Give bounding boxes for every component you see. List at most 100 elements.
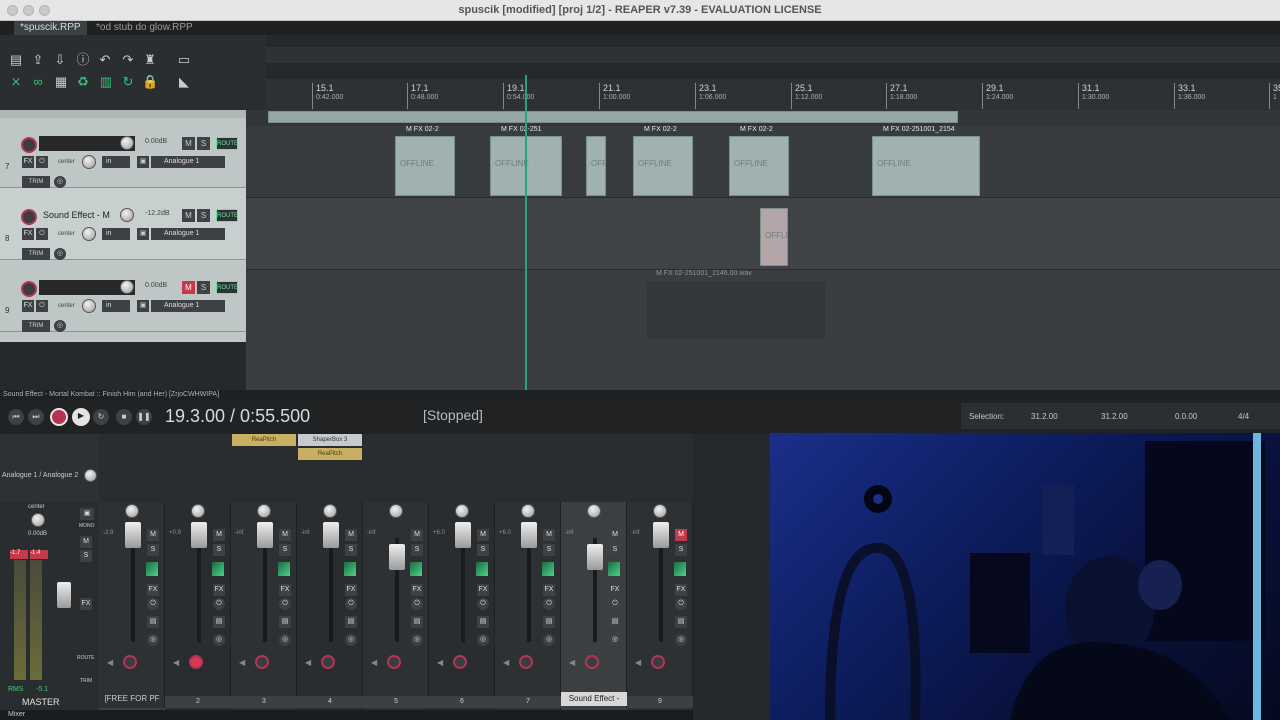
speaker-icon[interactable]: ◀ <box>239 658 249 668</box>
pan-knob[interactable] <box>455 504 469 518</box>
track-header[interactable]: 9 0.00dB M S ROUTE FX ⏻ center in ▣ Anal… <box>0 260 246 332</box>
solo-button[interactable]: S <box>675 544 687 556</box>
mute-button[interactable]: M <box>543 529 555 541</box>
item-grouping-icon[interactable]: ∞ <box>30 74 46 90</box>
pan-knob[interactable] <box>521 504 535 518</box>
routing-icon[interactable]: ▤ <box>213 616 225 628</box>
speaker-icon[interactable]: ◀ <box>371 658 381 668</box>
master-pan-knob[interactable] <box>31 513 45 527</box>
repeat-icon[interactable]: ↻ <box>93 409 109 425</box>
arrange-view[interactable]: M FX 02-2 OFFLINE M FX 02-251 OFFLINE OF… <box>246 110 1280 390</box>
record-arm-button[interactable] <box>189 655 203 669</box>
fx-bypass-icon[interactable]: ⏻ <box>279 598 291 610</box>
solo-button[interactable]: S <box>609 544 621 556</box>
input-knob[interactable] <box>84 469 97 482</box>
envelope-icon[interactable]: ◎ <box>345 634 357 646</box>
route-button[interactable]: ROUTE <box>216 209 238 222</box>
record-arm-button[interactable] <box>321 655 335 669</box>
route-button[interactable]: ROUTE <box>216 281 238 294</box>
fx-bypass-icon[interactable]: ⏻ <box>609 598 621 610</box>
track-header[interactable]: 8 Sound Effect - M -12.2dB M S ROUTE FX … <box>0 188 246 260</box>
pan-knob[interactable] <box>587 504 601 518</box>
mute-button[interactable]: M <box>279 529 291 541</box>
phase-invert-icon[interactable] <box>608 562 620 576</box>
routing-icon[interactable]: ▤ <box>543 616 555 628</box>
mute-button[interactable]: M <box>345 529 357 541</box>
fx-button[interactable]: FX <box>22 300 34 312</box>
fx-bypass-icon[interactable]: ⏻ <box>213 598 225 610</box>
master-mono-button[interactable]: ▣ <box>80 508 94 520</box>
speaker-icon[interactable]: ◀ <box>569 658 579 668</box>
record-arm-button[interactable] <box>453 655 467 669</box>
new-project-icon[interactable]: ▤ <box>8 52 24 68</box>
media-item[interactable]: OFFLINE <box>729 136 789 196</box>
phase-invert-icon[interactable] <box>410 562 422 576</box>
selection-start[interactable]: 31.2.00 <box>1031 412 1058 421</box>
phase-icon[interactable]: ⏻ <box>36 300 48 312</box>
grid-icon[interactable]: ▭ <box>176 52 192 68</box>
input-monitor-select[interactable]: in <box>102 228 130 240</box>
trim-button[interactable]: TRIM <box>22 176 50 188</box>
pan-knob[interactable] <box>389 504 403 518</box>
pan-knob[interactable] <box>257 504 271 518</box>
fx-bypass-icon[interactable]: ⏻ <box>675 598 687 610</box>
metronome-icon[interactable]: ♜ <box>142 52 158 68</box>
record-arm-button[interactable] <box>123 655 137 669</box>
routing-icon[interactable]: ▤ <box>411 616 423 628</box>
play-button[interactable]: ▶ <box>72 408 90 426</box>
pan-knob[interactable] <box>82 227 96 241</box>
fader-handle[interactable] <box>587 544 603 570</box>
phase-invert-icon[interactable] <box>476 562 488 576</box>
envelope-icon[interactable]: ◎ <box>147 634 159 646</box>
routing-icon[interactable]: ▤ <box>609 616 621 628</box>
solo-button[interactable]: S <box>543 544 555 556</box>
solo-button[interactable]: S <box>411 544 423 556</box>
routing-icon[interactable]: ▤ <box>675 616 687 628</box>
time-display[interactable]: 19.3.00 / 0:55.500 <box>165 406 310 427</box>
record-arm-button[interactable] <box>21 281 37 297</box>
go-to-start-icon[interactable]: ⏮ <box>8 409 24 425</box>
phase-invert-icon[interactable] <box>542 562 554 576</box>
phase-invert-icon[interactable] <box>278 562 290 576</box>
envelope-lock-icon[interactable]: ♻ <box>75 74 91 90</box>
input-icon[interactable]: ▣ <box>137 156 149 168</box>
solo-button[interactable]: S <box>279 544 291 556</box>
loop-icon[interactable]: ↻ <box>120 74 136 90</box>
trim-button[interactable]: TRIM <box>22 320 50 332</box>
fx-bypass-icon[interactable]: ⏻ <box>147 598 159 610</box>
track-header[interactable]: 7 0.00dB M S ROUTE FX ⏻ center in ▣ Anal… <box>0 116 246 188</box>
speaker-icon[interactable]: ◀ <box>503 658 513 668</box>
speaker-icon[interactable]: ◀ <box>635 658 645 668</box>
input-monitor-select[interactable]: in <box>102 156 130 168</box>
media-item[interactable]: OFFLINE <box>760 208 788 266</box>
fx-button[interactable]: FX <box>345 584 357 596</box>
trim-button[interactable]: TRIM <box>22 248 50 260</box>
master-fader[interactable] <box>57 582 71 608</box>
mute-button[interactable]: M <box>213 529 225 541</box>
fx-button[interactable]: FX <box>279 584 291 596</box>
routing-icon[interactable]: ▤ <box>477 616 489 628</box>
fader-handle[interactable] <box>323 522 339 548</box>
solo-button[interactable]: S <box>477 544 489 556</box>
route-button[interactable]: ROUTE <box>216 137 238 150</box>
media-item[interactable] <box>268 111 958 123</box>
speaker-icon[interactable]: ◀ <box>107 658 117 668</box>
project-tab-spuscik[interactable]: *spuscik.RPP <box>14 21 87 35</box>
pan-knob[interactable] <box>82 299 96 313</box>
master-trim-label[interactable]: TRIM <box>80 678 92 684</box>
fx-slot[interactable]: ReaPitch <box>298 448 362 460</box>
envelope-icon[interactable]: ◎ <box>54 176 66 188</box>
fx-bypass-icon[interactable]: ⏻ <box>477 598 489 610</box>
phase-icon[interactable]: ⏻ <box>36 156 48 168</box>
envelope-icon[interactable]: ◎ <box>609 634 621 646</box>
input-icon[interactable]: ▣ <box>137 300 149 312</box>
solo-button[interactable]: S <box>197 281 210 294</box>
phase-icon[interactable]: ⏻ <box>36 228 48 240</box>
fx-bypass-icon[interactable]: ⏻ <box>411 598 423 610</box>
pan-knob[interactable] <box>323 504 337 518</box>
routing-icon[interactable]: ▤ <box>147 616 159 628</box>
record-arm-button[interactable] <box>387 655 401 669</box>
envelope-icon[interactable]: ◎ <box>54 248 66 260</box>
solo-button[interactable]: S <box>213 544 225 556</box>
fader-handle[interactable] <box>455 522 471 548</box>
